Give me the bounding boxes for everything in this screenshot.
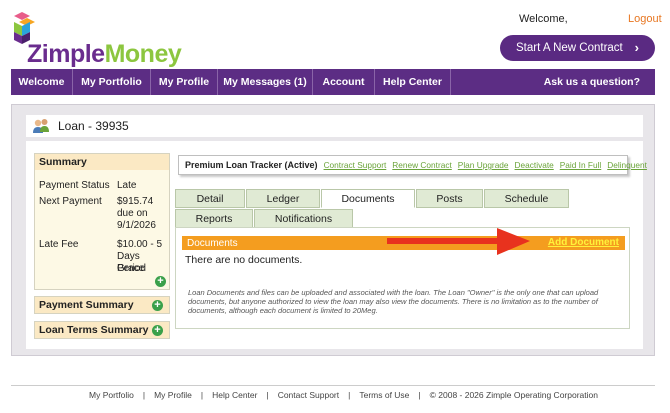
- loan-terms-plus-icon[interactable]: +: [152, 325, 163, 336]
- loan-title-bar: Loan - 39935: [26, 115, 643, 137]
- payment-summary-accordion[interactable]: Payment Summary +: [34, 296, 170, 314]
- footer-divider: [11, 385, 655, 386]
- footer-terms-of-use[interactable]: Terms of Use: [359, 390, 409, 400]
- nav-my-messages[interactable]: My Messages (1): [218, 69, 313, 95]
- next-payment-label: Next Payment: [39, 196, 102, 207]
- late-fee-label: Late Fee: [39, 239, 79, 250]
- delinquent-link[interactable]: Delinquent: [607, 160, 647, 170]
- logo-text: ZimpleMoney: [27, 40, 182, 68]
- red-arrow-icon: [387, 228, 530, 255]
- loan-title: Loan - 39935: [58, 119, 129, 133]
- tracker-name: Premium Loan Tracker (Active): [185, 160, 318, 170]
- footer-copyright: © 2008 - 2026 Zimple Operating Corporati…: [429, 390, 598, 400]
- users-icon: [33, 119, 49, 133]
- main-nav: Welcome My Portfolio My Profile My Messa…: [11, 69, 655, 95]
- start-new-contract-label: Start A New Contract: [516, 42, 623, 54]
- nav-my-portfolio[interactable]: My Portfolio: [73, 69, 151, 95]
- renew-contract-link[interactable]: Renew Contract: [392, 160, 452, 170]
- tab-schedule[interactable]: Schedule: [484, 189, 569, 208]
- summary-heading: Summary: [35, 154, 169, 170]
- next-payment-due: due on: [117, 208, 148, 219]
- tab-documents[interactable]: Documents: [321, 189, 415, 208]
- payment-summary-label: Payment Summary: [39, 299, 134, 311]
- zimplemoney-logo[interactable]: ZimpleMoney: [12, 10, 182, 68]
- tab-ledger[interactable]: Ledger: [246, 189, 320, 208]
- footer-contact-support[interactable]: Contact Support: [278, 390, 339, 400]
- plan-upgrade-link[interactable]: Plan Upgrade: [458, 160, 509, 170]
- nav-help-center[interactable]: Help Center: [375, 69, 451, 95]
- main-panel: Loan - 39935 Summary Payment Status Late…: [11, 104, 655, 356]
- late-fee-value: $10.00 - 5: [117, 239, 163, 250]
- no-documents-text: There are no documents.: [185, 254, 303, 266]
- chevron-right-icon: ›: [634, 40, 639, 55]
- payment-status-value: Late: [117, 180, 137, 191]
- deactivate-link[interactable]: Deactivate: [515, 160, 554, 170]
- documents-note: Loan Documents and files can be uploaded…: [188, 288, 599, 315]
- loan-terms-label: Loan Terms Summary: [39, 324, 149, 336]
- payment-summary-plus-icon[interactable]: +: [152, 300, 163, 311]
- next-payment-date: 9/1/2026: [117, 220, 156, 231]
- contract-support-link[interactable]: Contract Support: [324, 160, 387, 170]
- tab-notifications[interactable]: Notifications: [254, 209, 353, 228]
- tab-reports[interactable]: Reports: [175, 209, 253, 228]
- start-new-contract-button[interactable]: Start A New Contract ›: [500, 35, 655, 61]
- summary-box: Summary Payment Status Late Next Payment…: [34, 153, 170, 290]
- loan-terms-accordion[interactable]: Loan Terms Summary +: [34, 321, 170, 339]
- nav-my-profile[interactable]: My Profile: [151, 69, 218, 95]
- footer-help-center[interactable]: Help Center: [212, 390, 257, 400]
- paid-in-full-link[interactable]: Paid In Full: [560, 160, 602, 170]
- welcome-text: Welcome,: [519, 13, 568, 25]
- add-document-link[interactable]: Add Document: [548, 237, 619, 248]
- summary-expand-plus-icon[interactable]: +: [155, 276, 166, 287]
- nav-welcome[interactable]: Welcome: [11, 69, 73, 95]
- tab-posts[interactable]: Posts: [416, 189, 483, 208]
- content-area: Summary Payment Status Late Next Payment…: [26, 141, 647, 349]
- tab-detail[interactable]: Detail: [175, 189, 245, 208]
- next-payment-amount: $915.74: [117, 196, 154, 207]
- late-fee-detail-period: Period: [117, 263, 146, 274]
- documents-bar-title: Documents: [187, 237, 238, 249]
- payment-status-label: Payment Status: [39, 180, 110, 191]
- logout-link[interactable]: Logout: [628, 13, 662, 25]
- footer: My Portfolio | My Profile | Help Center | C…: [89, 390, 598, 400]
- nav-account[interactable]: Account: [313, 69, 375, 95]
- loan-tracker-bar: Premium Loan Tracker (Active) Contract S…: [178, 155, 647, 175]
- footer-my-profile[interactable]: My Profile: [154, 390, 192, 400]
- footer-my-portfolio[interactable]: My Portfolio: [89, 390, 134, 400]
- nav-ask-question[interactable]: Ask us a question?: [544, 69, 640, 95]
